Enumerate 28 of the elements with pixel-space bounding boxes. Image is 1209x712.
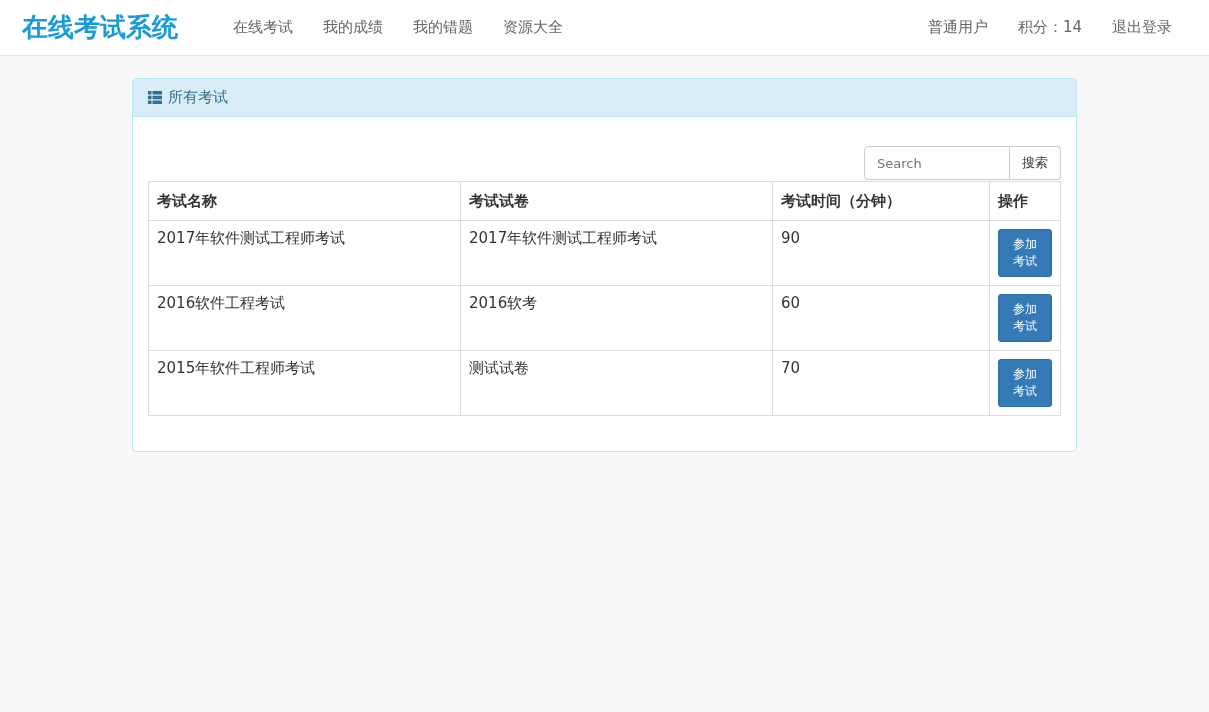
nav-link[interactable]: 在线考试 — [218, 18, 308, 37]
table-cell: 2016软考 — [460, 285, 773, 351]
nav-link[interactable]: 积分：14 — [1002, 18, 1097, 37]
nav-link[interactable]: 退出登录 — [1097, 18, 1187, 37]
column-header: 考试名称 — [148, 181, 461, 221]
table-cell: 70 — [772, 350, 990, 416]
join-exam-button[interactable]: 参加考试 — [998, 359, 1052, 407]
join-exam-button[interactable]: 参加考试 — [998, 294, 1052, 342]
table-cell: 2016软件工程考试 — [148, 285, 461, 351]
search-field[interactable]: Search — [864, 146, 1010, 180]
search-button[interactable]: 搜索 — [1010, 146, 1061, 180]
column-header: 考试时间（分钟） — [772, 181, 990, 221]
table-cell: 2017年软件测试工程师考试 — [460, 220, 773, 286]
table-cell: 60 — [772, 285, 990, 351]
nav-link[interactable]: 资源大全 — [488, 18, 578, 37]
join-exam-button[interactable]: 参加考试 — [998, 229, 1052, 277]
column-header: 考试试卷 — [460, 181, 773, 221]
column-header: 操作 — [989, 181, 1061, 221]
brand-logo[interactable]: 在线考试系统 — [22, 10, 178, 45]
table-cell: 2015年软件工程师考试 — [148, 350, 461, 416]
panel-title: 所有考试 — [168, 88, 228, 107]
table-cell: 90 — [772, 220, 990, 286]
nav-link[interactable]: 我的错题 — [398, 18, 488, 37]
list-icon — [148, 91, 162, 104]
nav-link[interactable]: 我的成绩 — [308, 18, 398, 37]
nav-link[interactable]: 普通用户 — [912, 18, 1003, 37]
table-cell: 测试试卷 — [460, 350, 773, 416]
table-cell: 2017年软件测试工程师考试 — [148, 220, 461, 286]
